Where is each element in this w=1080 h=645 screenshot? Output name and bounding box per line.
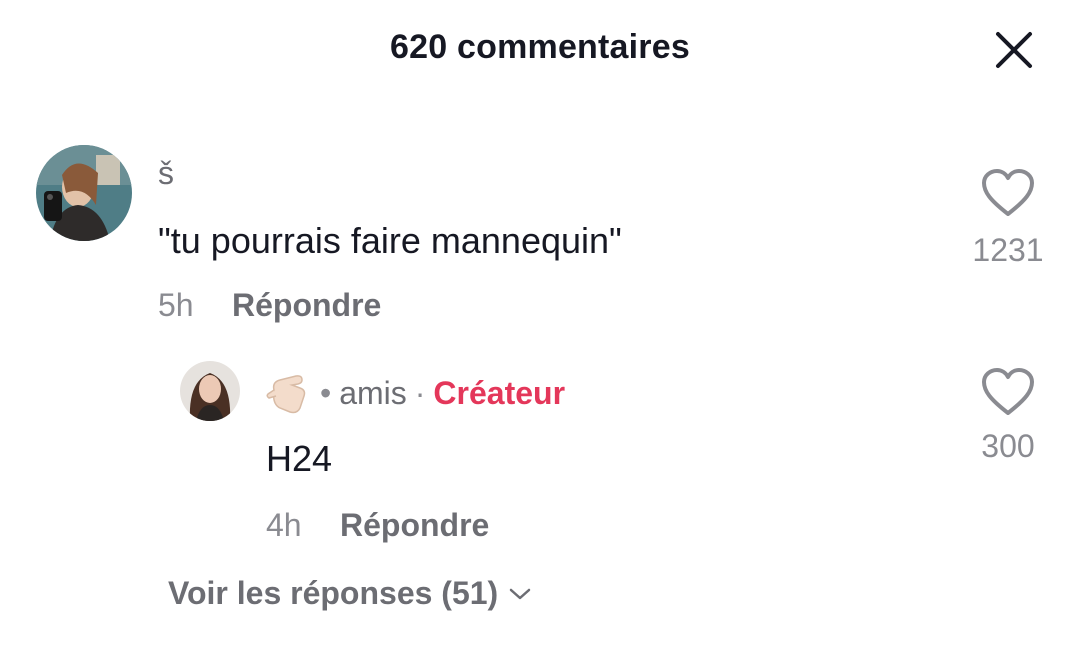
- reply-text: H24: [266, 438, 333, 479]
- reply-button[interactable]: Répondre: [232, 287, 381, 324]
- comment-text: "tu pourrais faire mannequin": [158, 220, 622, 261]
- avatar-photo: [36, 145, 132, 241]
- reply-button[interactable]: Répondre: [340, 507, 489, 544]
- comments-count-title: 620 commentaires: [390, 28, 690, 66]
- like-button[interactable]: [980, 367, 1036, 422]
- separator-dot: •: [320, 374, 332, 411]
- like-button[interactable]: [980, 168, 1036, 223]
- comment-timestamp: 5h: [158, 287, 194, 323]
- comment-username[interactable]: š: [158, 155, 174, 192]
- close-icon: [996, 32, 1032, 68]
- close-button[interactable]: [990, 26, 1038, 74]
- separator-dot: ·: [414, 374, 426, 411]
- chevron-down-icon: [509, 588, 531, 599]
- comments-sheet: 620 commentaires š "tu pourrais faire ma…: [0, 0, 1080, 645]
- commenter-avatar[interactable]: [36, 145, 132, 241]
- hand-emoji-icon: [266, 375, 306, 414]
- like-count: 300: [981, 428, 1035, 464]
- heart-outline-icon: [982, 368, 1034, 415]
- friends-label: amis: [339, 374, 407, 411]
- like-count: 1231: [972, 232, 1044, 268]
- reply-avatar[interactable]: [180, 361, 240, 421]
- view-replies-label: Voir les réponses (51): [168, 575, 499, 611]
- view-replies-button[interactable]: Voir les réponses (51): [168, 575, 532, 612]
- heart-outline-icon: [982, 169, 1034, 216]
- avatar-photo: [180, 361, 240, 421]
- creator-badge: Créateur: [433, 374, 566, 411]
- reply-header: • amis · Créateur: [266, 370, 565, 416]
- reply-timestamp: 4h: [266, 507, 302, 543]
